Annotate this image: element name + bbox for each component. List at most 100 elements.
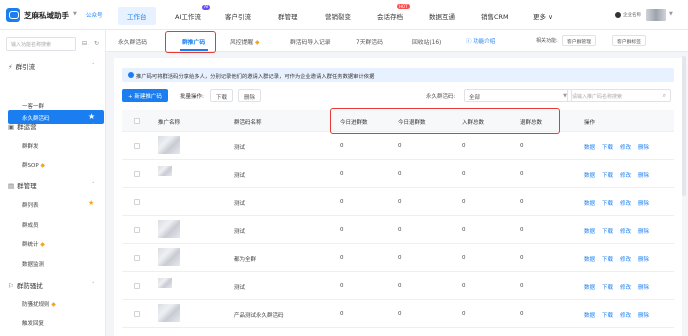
row-checkbox[interactable] — [134, 143, 140, 149]
nav-chat-archive[interactable]: 会话存档 — [377, 11, 403, 21]
tab-permanent-group-code[interactable]: 永久群活码 — [118, 37, 147, 46]
download-link[interactable]: 下载 — [602, 143, 613, 151]
data-link[interactable]: 数据 — [584, 255, 595, 263]
customer-group-management-button[interactable]: 客户群管理 — [562, 35, 596, 46]
edit-link[interactable]: 修改 — [620, 283, 631, 291]
app-switch-chevron-icon[interactable]: ▼ — [73, 11, 77, 17]
promo-code-search-input[interactable]: 请输入推广码名称搜索 ⌕ — [567, 89, 671, 102]
tab-recycle-bin[interactable]: 回收站(16) — [412, 37, 441, 46]
data-link[interactable]: 数据 — [584, 311, 595, 319]
qr-code-thumbnail[interactable] — [158, 166, 172, 176]
sidebar-item-data-monitor[interactable]: 数据监测 — [22, 260, 44, 268]
sidebar-item-group-sop[interactable]: 群SOP ◆ — [22, 161, 45, 169]
sidebar-group-group-operation[interactable]: ▣ 群运营 — [8, 121, 37, 131]
nav-group-management[interactable]: 群管理 — [278, 11, 298, 21]
delete-link[interactable]: 删除 — [638, 143, 649, 151]
edit-link[interactable]: 修改 — [620, 171, 631, 179]
chevron-up-icon[interactable]: ˄ — [92, 282, 95, 288]
customer-group-tag-button[interactable]: 客户群标签 — [612, 35, 646, 46]
nav-more[interactable]: 更多 ∨ — [533, 11, 553, 21]
feature-intro-link[interactable]: ⓘ 功能介绍 — [466, 37, 495, 45]
tab-import-records[interactable]: 群活码导入记录 — [290, 37, 331, 46]
delete-link[interactable]: 删除 — [638, 227, 649, 235]
download-link[interactable]: 下载 — [602, 311, 613, 319]
download-link[interactable]: 下载 — [602, 255, 613, 263]
batch-download-button[interactable]: 下载 — [210, 89, 234, 102]
avatar[interactable] — [646, 9, 666, 21]
sidebar-item-one-customer-one-group[interactable]: 一客一群 — [22, 102, 44, 110]
group-code-name: 测试 — [234, 229, 246, 235]
download-link[interactable]: 下载 — [602, 227, 613, 235]
select-all-checkbox[interactable] — [134, 118, 140, 124]
download-link[interactable]: 下载 — [602, 283, 613, 291]
edit-link[interactable]: 修改 — [620, 199, 631, 207]
app-account-type[interactable]: 公众号 — [86, 11, 103, 19]
chevron-up-icon[interactable]: ˄ — [92, 123, 95, 129]
sidebar-group-anti-harassment[interactable]: ⚐ 群防骚扰 — [8, 280, 43, 290]
qr-code-thumbnail[interactable] — [158, 304, 180, 322]
row-checkbox[interactable] — [134, 199, 140, 205]
group-code-name: 产品测试永久群活码 — [234, 313, 284, 319]
nav-sales-crm[interactable]: 销售CRM — [481, 11, 509, 21]
edit-link[interactable]: 修改 — [620, 227, 631, 235]
row-checkbox[interactable] — [134, 171, 140, 177]
data-link[interactable]: 数据 — [584, 199, 595, 207]
sidebar-item-group-members[interactable]: 群成员 — [22, 221, 39, 229]
edit-link[interactable]: 修改 — [620, 255, 631, 263]
sidebar-item-group-statistics[interactable]: 群统计 ◆ — [22, 240, 45, 248]
chevron-up-icon[interactable]: ˄ — [92, 63, 95, 69]
data-link[interactable]: 数据 — [584, 227, 595, 235]
sidebar-item-group-list[interactable]: 群列表 — [22, 201, 39, 209]
enterprise-name[interactable]: 企业名称 — [623, 12, 641, 18]
vip-gem-icon: ◆ — [40, 162, 46, 169]
highlight-box-tab — [165, 31, 216, 53]
filter-icon[interactable]: ⊟ — [82, 40, 87, 47]
chevron-up-icon[interactable]: ˄ — [92, 182, 95, 188]
sidebar-item-anti-harassment-rules[interactable]: 防骚扰规则 ◆ — [22, 300, 56, 308]
sidebar-item-trigger-reply[interactable]: 触发回复 — [22, 319, 44, 327]
delete-link[interactable]: 删除 — [638, 255, 649, 263]
sidebar-group-group-management[interactable]: ▤ 群管理 — [8, 180, 37, 190]
sidebar-group-group-acquisition[interactable]: ⚡ 群引流 — [8, 61, 35, 71]
nav-data-interop[interactable]: 数据互通 — [429, 11, 455, 21]
group-code-filter-select[interactable]: 全部 ▼ — [464, 89, 572, 102]
star-icon[interactable]: ★ — [88, 112, 95, 121]
delete-link[interactable]: 删除 — [638, 283, 649, 291]
today-joined: 0 — [340, 199, 344, 205]
nav-ai-workflow[interactable]: AI工作流 — [175, 11, 201, 21]
edit-link[interactable]: 修改 — [620, 311, 631, 319]
user-menu-chevron-icon[interactable]: ▼ — [669, 11, 673, 17]
tab-risk-alert[interactable]: 风控提醒 ◆ — [230, 37, 260, 46]
download-link[interactable]: 下载 — [602, 171, 613, 179]
edit-link[interactable]: 修改 — [620, 143, 631, 151]
delete-link[interactable]: 删除 — [638, 311, 649, 319]
nav-workbench[interactable]: 工作台 — [118, 7, 156, 25]
data-link[interactable]: 数据 — [584, 283, 595, 291]
nav-customer-acquisition[interactable]: 客户引流 — [225, 11, 251, 21]
sidebar-item-group-broadcast[interactable]: 群群发 — [22, 142, 39, 150]
page-scrollbar[interactable] — [682, 56, 686, 196]
qr-code-thumbnail[interactable] — [158, 248, 180, 266]
delete-link[interactable]: 删除 — [638, 199, 649, 207]
nav-marketing-fission[interactable]: 营销裂变 — [325, 11, 351, 21]
row-checkbox[interactable] — [134, 227, 140, 233]
delete-link[interactable]: 删除 — [638, 171, 649, 179]
qr-code-thumbnail[interactable] — [158, 220, 180, 238]
star-icon[interactable]: ★ — [88, 199, 94, 207]
data-link[interactable]: 数据 — [584, 143, 595, 151]
row-checkbox[interactable] — [134, 283, 140, 289]
download-link[interactable]: 下载 — [602, 199, 613, 207]
tab-7day-group-code[interactable]: 7天群活码 — [356, 37, 383, 46]
qr-code-thumbnail[interactable] — [158, 136, 180, 154]
new-promo-code-button[interactable]: + 新建推广码 — [122, 89, 168, 102]
total-left: 0 — [520, 199, 524, 205]
data-link[interactable]: 数据 — [584, 171, 595, 179]
refresh-icon[interactable]: ↻ — [94, 40, 99, 47]
qr-code-thumbnail[interactable] — [158, 278, 172, 288]
batch-delete-button[interactable]: 删除 — [238, 89, 262, 102]
info-icon — [128, 72, 134, 78]
info-notice: 推广码可将群活码分享给多人，分别记录他们的邀请入群记录，可作为企业邀请入群任务数… — [122, 68, 674, 82]
row-checkbox[interactable] — [134, 311, 140, 317]
row-checkbox[interactable] — [134, 255, 140, 261]
sidebar-search-input[interactable]: 输入功能名称搜索 — [6, 37, 76, 51]
